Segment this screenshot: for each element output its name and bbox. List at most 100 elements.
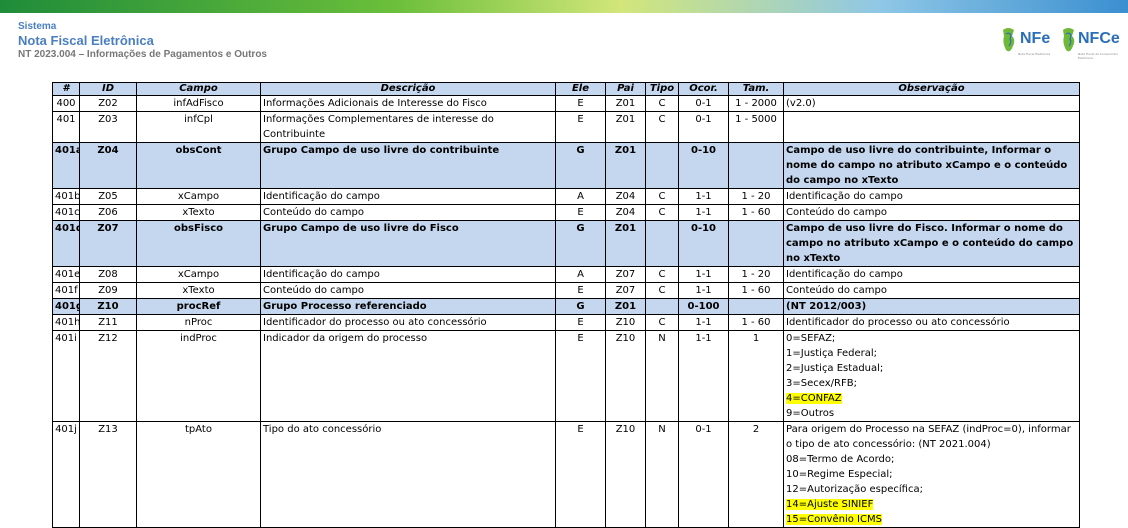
- table-row: 401b Z05 xCampo Identificação do campo A Z04 C…: [52, 188, 1080, 205]
- row-id: Z07: [79, 220, 137, 267]
- row-tipo: C: [645, 95, 679, 112]
- observacao-line: Campo de uso livre do Fisco. Informar o …: [786, 223, 1074, 264]
- row-number: 401h: [52, 314, 80, 331]
- row-campo: xTexto: [136, 282, 261, 299]
- row-pai: Z10: [605, 421, 646, 528]
- row-ocor: 1-1: [678, 266, 729, 283]
- row-tam: [728, 298, 784, 315]
- observacao-line: 14=Ajuste SINIEF: [786, 497, 1077, 512]
- row-observacao: Identificação do campo: [783, 266, 1080, 283]
- row-ocor: 1-1: [678, 314, 729, 331]
- row-campo: nProc: [136, 314, 261, 331]
- row-pai: Z01: [605, 298, 646, 315]
- observacao-line: (NT 2012/003): [786, 301, 867, 312]
- row-tipo: C: [645, 266, 679, 283]
- row-pai: Z10: [605, 330, 646, 422]
- observacao-line: 12=Autorização específica;: [786, 484, 923, 495]
- highlighted-text: 4=CONFAZ: [786, 393, 842, 404]
- row-descricao: Informações Complementares de interesse …: [260, 111, 556, 143]
- row-id: Z13: [79, 421, 137, 528]
- nfe-logo: NFe Nota Fiscal Eletrônica: [1000, 24, 1056, 64]
- row-observacao: Para origem do Processo na SEFAZ (indPro…: [783, 421, 1080, 528]
- column-header: Ocor.: [678, 82, 729, 96]
- row-tipo: C: [645, 204, 679, 221]
- row-ocor: 0-1: [678, 95, 729, 112]
- observacao-line: 9=Outros: [786, 408, 835, 419]
- row-id: Z04: [79, 142, 137, 189]
- column-header: Pai: [605, 82, 646, 96]
- row-tipo: N: [645, 330, 679, 422]
- observacao-line: 2=Justiça Estadual;: [786, 363, 884, 374]
- row-descricao: Identificador do processo ou ato concess…: [260, 314, 556, 331]
- row-ele: E: [555, 95, 606, 112]
- highlighted-text: 15=Convênio ICMS: [786, 514, 882, 525]
- row-observacao: (v2.0): [783, 95, 1080, 112]
- column-header: Tam.: [728, 82, 784, 96]
- table-row: 401j Z13 tpAto Tipo do ato concessório E Z10 N…: [52, 421, 1080, 528]
- table-row: 400 Z02 infAdFisco Informações Adicionais d…: [52, 95, 1080, 112]
- table-row: 401h Z11 nProc Identificador do processo ou…: [52, 314, 1080, 331]
- row-tam: 1 - 20: [728, 266, 784, 283]
- row-campo: xCampo: [136, 188, 261, 205]
- table-row: 401c Z06 xTexto Conteúdo do campo E Z04 C 1-1 1 …: [52, 204, 1080, 221]
- row-id: Z03: [79, 111, 137, 143]
- observacao-line: 3=Secex/RFB;: [786, 378, 857, 389]
- row-tam: 1 - 60: [728, 314, 784, 331]
- row-id: Z12: [79, 330, 137, 422]
- table-row: 401 Z03 infCpl Informações Complementares d…: [52, 111, 1080, 143]
- table-row: 401gZ10procRefGrupo Processo referenciad…: [52, 298, 1080, 315]
- column-header: #: [52, 82, 80, 96]
- row-number: 401e: [52, 266, 80, 283]
- row-tipo: C: [645, 314, 679, 331]
- nfce-logo: NFCe Nota Fiscal de Consumidor Eletrônic…: [1060, 24, 1122, 64]
- observacao-line: (v2.0): [786, 98, 816, 109]
- observacao-line: Identificação do campo: [786, 269, 903, 280]
- row-ele: G: [555, 142, 606, 189]
- row-descricao: Grupo Campo de uso livre do contribuinte: [260, 142, 556, 189]
- table-row: 401e Z08 xCampo Identificação do campo A Z07 C…: [52, 266, 1080, 283]
- row-observacao: [783, 111, 1080, 143]
- observacao-line: Conteúdo do campo: [786, 207, 887, 218]
- row-ele: E: [555, 111, 606, 143]
- row-campo: infAdFisco: [136, 95, 261, 112]
- row-tam: [728, 142, 784, 189]
- row-tipo: N: [645, 421, 679, 528]
- table-row: 401f Z09 xTexto Conteúdo do campo E Z07 C 1-1 1 …: [52, 282, 1080, 299]
- nfe-logo-text: NFe: [1020, 30, 1051, 47]
- row-pai: Z04: [605, 204, 646, 221]
- row-descricao: Conteúdo do campo: [260, 204, 556, 221]
- row-observacao: Campo de uso livre do contribuinte, Info…: [783, 142, 1080, 189]
- row-id: Z08: [79, 266, 137, 283]
- row-tam: [728, 220, 784, 267]
- row-pai: Z01: [605, 111, 646, 143]
- table-row: 401dZ07obsFiscoGrupo Campo de uso livre …: [52, 220, 1080, 267]
- header-color-bar: [0, 0, 1128, 13]
- row-ele: G: [555, 298, 606, 315]
- table-row: 401i Z12 indProc Indicador da origem do pro…: [52, 330, 1080, 422]
- column-header: Observação: [783, 82, 1080, 96]
- row-descricao: Grupo Processo referenciado: [260, 298, 556, 315]
- observacao-line: Identificador do processo ou ato concess…: [786, 317, 1010, 328]
- row-id: Z02: [79, 95, 137, 112]
- row-campo: xTexto: [136, 204, 261, 221]
- row-descricao: Identificação do campo: [260, 188, 556, 205]
- header-sistema: Sistema: [18, 21, 57, 32]
- row-pai: Z01: [605, 142, 646, 189]
- row-pai: Z07: [605, 282, 646, 299]
- row-number: 401: [52, 111, 80, 143]
- row-ele: E: [555, 330, 606, 422]
- row-tipo: C: [645, 111, 679, 143]
- field-spec-table: # ID Campo Descrição Ele Pai Tipo Ocor. …: [52, 82, 1080, 528]
- row-ocor: 0-10: [678, 220, 729, 267]
- row-pai: Z07: [605, 266, 646, 283]
- observacao-line: 4=CONFAZ: [786, 391, 1077, 406]
- row-tipo: [645, 220, 679, 267]
- row-ele: E: [555, 314, 606, 331]
- observacao-line: 10=Regime Especial;: [786, 469, 893, 480]
- row-number: 401a: [52, 142, 80, 189]
- row-descricao: Conteúdo do campo: [260, 282, 556, 299]
- row-tam: 1: [728, 330, 784, 422]
- column-header: Ele: [555, 82, 606, 96]
- row-descricao: Informações Adicionais de Interesse do F…: [260, 95, 556, 112]
- row-campo: infCpl: [136, 111, 261, 143]
